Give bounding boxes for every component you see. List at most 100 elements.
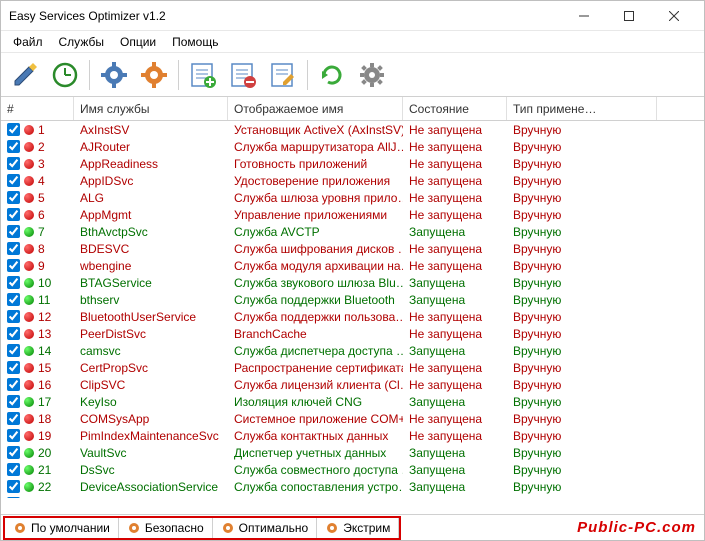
row-checkbox[interactable] [7,259,20,272]
preset-optimal[interactable]: Оптимально [213,518,318,538]
table-row[interactable]: 19PimIndexMaintenanceSvcСлужба контактны… [1,427,704,444]
table-row[interactable]: 8BDESVCСлужба шифрования дисков …Не запу… [1,240,704,257]
preset-extreme[interactable]: Экстрим [317,518,399,538]
display-name: Служба шлюза уровня прило… [228,191,403,205]
menu-options[interactable]: Опции [112,33,164,51]
row-number: 7 [38,225,45,239]
close-button[interactable] [651,2,696,30]
service-state: Не запущена [403,259,507,273]
row-number: 6 [38,208,45,222]
table-row[interactable]: 6AppMgmtУправление приложениямиНе запуще… [1,206,704,223]
status-dot-icon [24,465,34,475]
tool-pencil-icon[interactable] [7,57,43,93]
service-state: Не запущена [403,497,507,499]
menu-services[interactable]: Службы [51,33,112,51]
service-name: CertPropSvc [74,361,228,375]
row-checkbox[interactable] [7,497,20,498]
table-row[interactable]: 7BthAvctpSvcСлужба AVCTPЗапущенаВручную [1,223,704,240]
status-dot-icon [24,125,34,135]
table-row[interactable]: 1AxInstSVУстановщик ActiveX (AxInstSV)Не… [1,121,704,138]
display-name: Удостоверение приложения [228,174,403,188]
preset-safe[interactable]: Безопасно [119,518,213,538]
row-checkbox[interactable] [7,310,20,323]
preset-default[interactable]: По умолчании [5,518,119,538]
row-checkbox[interactable] [7,276,20,289]
table-row[interactable]: 5ALGСлужба шлюза уровня прило…Не запущен… [1,189,704,206]
row-checkbox[interactable] [7,123,20,136]
maximize-button[interactable] [606,2,651,30]
tool-list-edit-icon[interactable] [265,57,301,93]
row-checkbox[interactable] [7,140,20,153]
row-checkbox[interactable] [7,191,20,204]
display-name: Служба лицензий клиента (Cl… [228,378,403,392]
table-row[interactable]: 18COMSysAppСистемное приложение COM+Не з… [1,410,704,427]
column-header-state[interactable]: Состояние [403,97,507,120]
row-checkbox[interactable] [7,225,20,238]
column-header-name[interactable]: Имя службы [74,97,228,120]
row-checkbox[interactable] [7,327,20,340]
tool-settings-icon[interactable] [354,57,390,93]
row-checkbox[interactable] [7,157,20,170]
row-checkbox[interactable] [7,344,20,357]
service-list[interactable]: 1AxInstSVУстановщик ActiveX (AxInstSV)Не… [1,121,704,498]
column-header-type[interactable]: Тип примене… [507,97,657,120]
menu-help[interactable]: Помощь [164,33,226,51]
row-checkbox[interactable] [7,446,20,459]
row-number: 19 [38,429,51,443]
startup-type: Вручную [507,191,657,205]
row-checkbox[interactable] [7,208,20,221]
tool-gear-orange-icon[interactable] [136,57,172,93]
row-checkbox[interactable] [7,463,20,476]
table-row[interactable]: 22DeviceAssociationServiceСлужба сопоста… [1,478,704,495]
tool-list-remove-icon[interactable] [225,57,261,93]
row-number: 21 [38,463,51,477]
service-name: BDESVC [74,242,228,256]
minimize-button[interactable] [561,2,606,30]
table-row[interactable]: 16ClipSVCСлужба лицензий клиента (Cl…Не … [1,376,704,393]
table-row[interactable]: 10BTAGServiceСлужба звукового шлюза Blu…… [1,274,704,291]
column-header-number[interactable]: # [1,97,74,120]
table-row[interactable]: 20VaultSvcДиспетчер учетных данныхЗапуще… [1,444,704,461]
tool-clock-icon[interactable] [47,57,83,93]
service-name: ALG [74,191,228,205]
table-row[interactable]: 3AppReadinessГотовность приложенийНе зап… [1,155,704,172]
row-checkbox[interactable] [7,174,20,187]
display-name: Служба совместного доступа … [228,463,403,477]
row-checkbox[interactable] [7,293,20,306]
service-state: Не запущена [403,310,507,324]
row-checkbox[interactable] [7,395,20,408]
tool-list-add-icon[interactable] [185,57,221,93]
table-row[interactable]: 13PeerDistSvcBranchCacheНе запущенаВручн… [1,325,704,342]
display-name: Служба звукового шлюза Blu… [228,276,403,290]
menu-file[interactable]: Файл [5,33,51,51]
service-name: BthAvctpSvc [74,225,228,239]
table-row[interactable]: 14camsvcСлужба диспетчера доступа …Запущ… [1,342,704,359]
row-checkbox[interactable] [7,412,20,425]
table-row[interactable]: 15CertPropSvcРаспространение сертификата… [1,359,704,376]
display-name: Служба шифрования дисков … [228,242,403,256]
table-row[interactable]: 12BluetoothUserServiceСлужба поддержки п… [1,308,704,325]
display-name: Служба контактных данных [228,429,403,443]
row-checkbox[interactable] [7,480,20,493]
tool-gear-blue-icon[interactable] [96,57,132,93]
table-row[interactable]: 17KeyIsoИзоляция ключей CNGЗапущенаВручн… [1,393,704,410]
status-dot-icon [24,227,34,237]
startup-type: Вручную [507,497,657,499]
table-row[interactable]: 23DeviceInstallСлужба установки устройст… [1,495,704,498]
table-row[interactable]: 9wbengineСлужба модуля архивации на…Не з… [1,257,704,274]
row-checkbox[interactable] [7,429,20,442]
display-name: Системное приложение COM+ [228,412,403,426]
service-state: Не запущена [403,361,507,375]
row-checkbox[interactable] [7,361,20,374]
table-row[interactable]: 4AppIDSvcУдостоверение приложенияНе запу… [1,172,704,189]
row-number: 4 [38,174,45,188]
column-header-display[interactable]: Отображаемое имя [228,97,403,120]
table-row[interactable]: 21DsSvcСлужба совместного доступа …Запущ… [1,461,704,478]
display-name: Служба поддержки пользова… [228,310,403,324]
table-row[interactable]: 2AJRouterСлужба маршрутизатора AllJ…Не з… [1,138,704,155]
service-state: Не запущена [403,123,507,137]
tool-refresh-icon[interactable] [314,57,350,93]
row-checkbox[interactable] [7,242,20,255]
row-checkbox[interactable] [7,378,20,391]
table-row[interactable]: 11bthservСлужба поддержки BluetoothЗапущ… [1,291,704,308]
